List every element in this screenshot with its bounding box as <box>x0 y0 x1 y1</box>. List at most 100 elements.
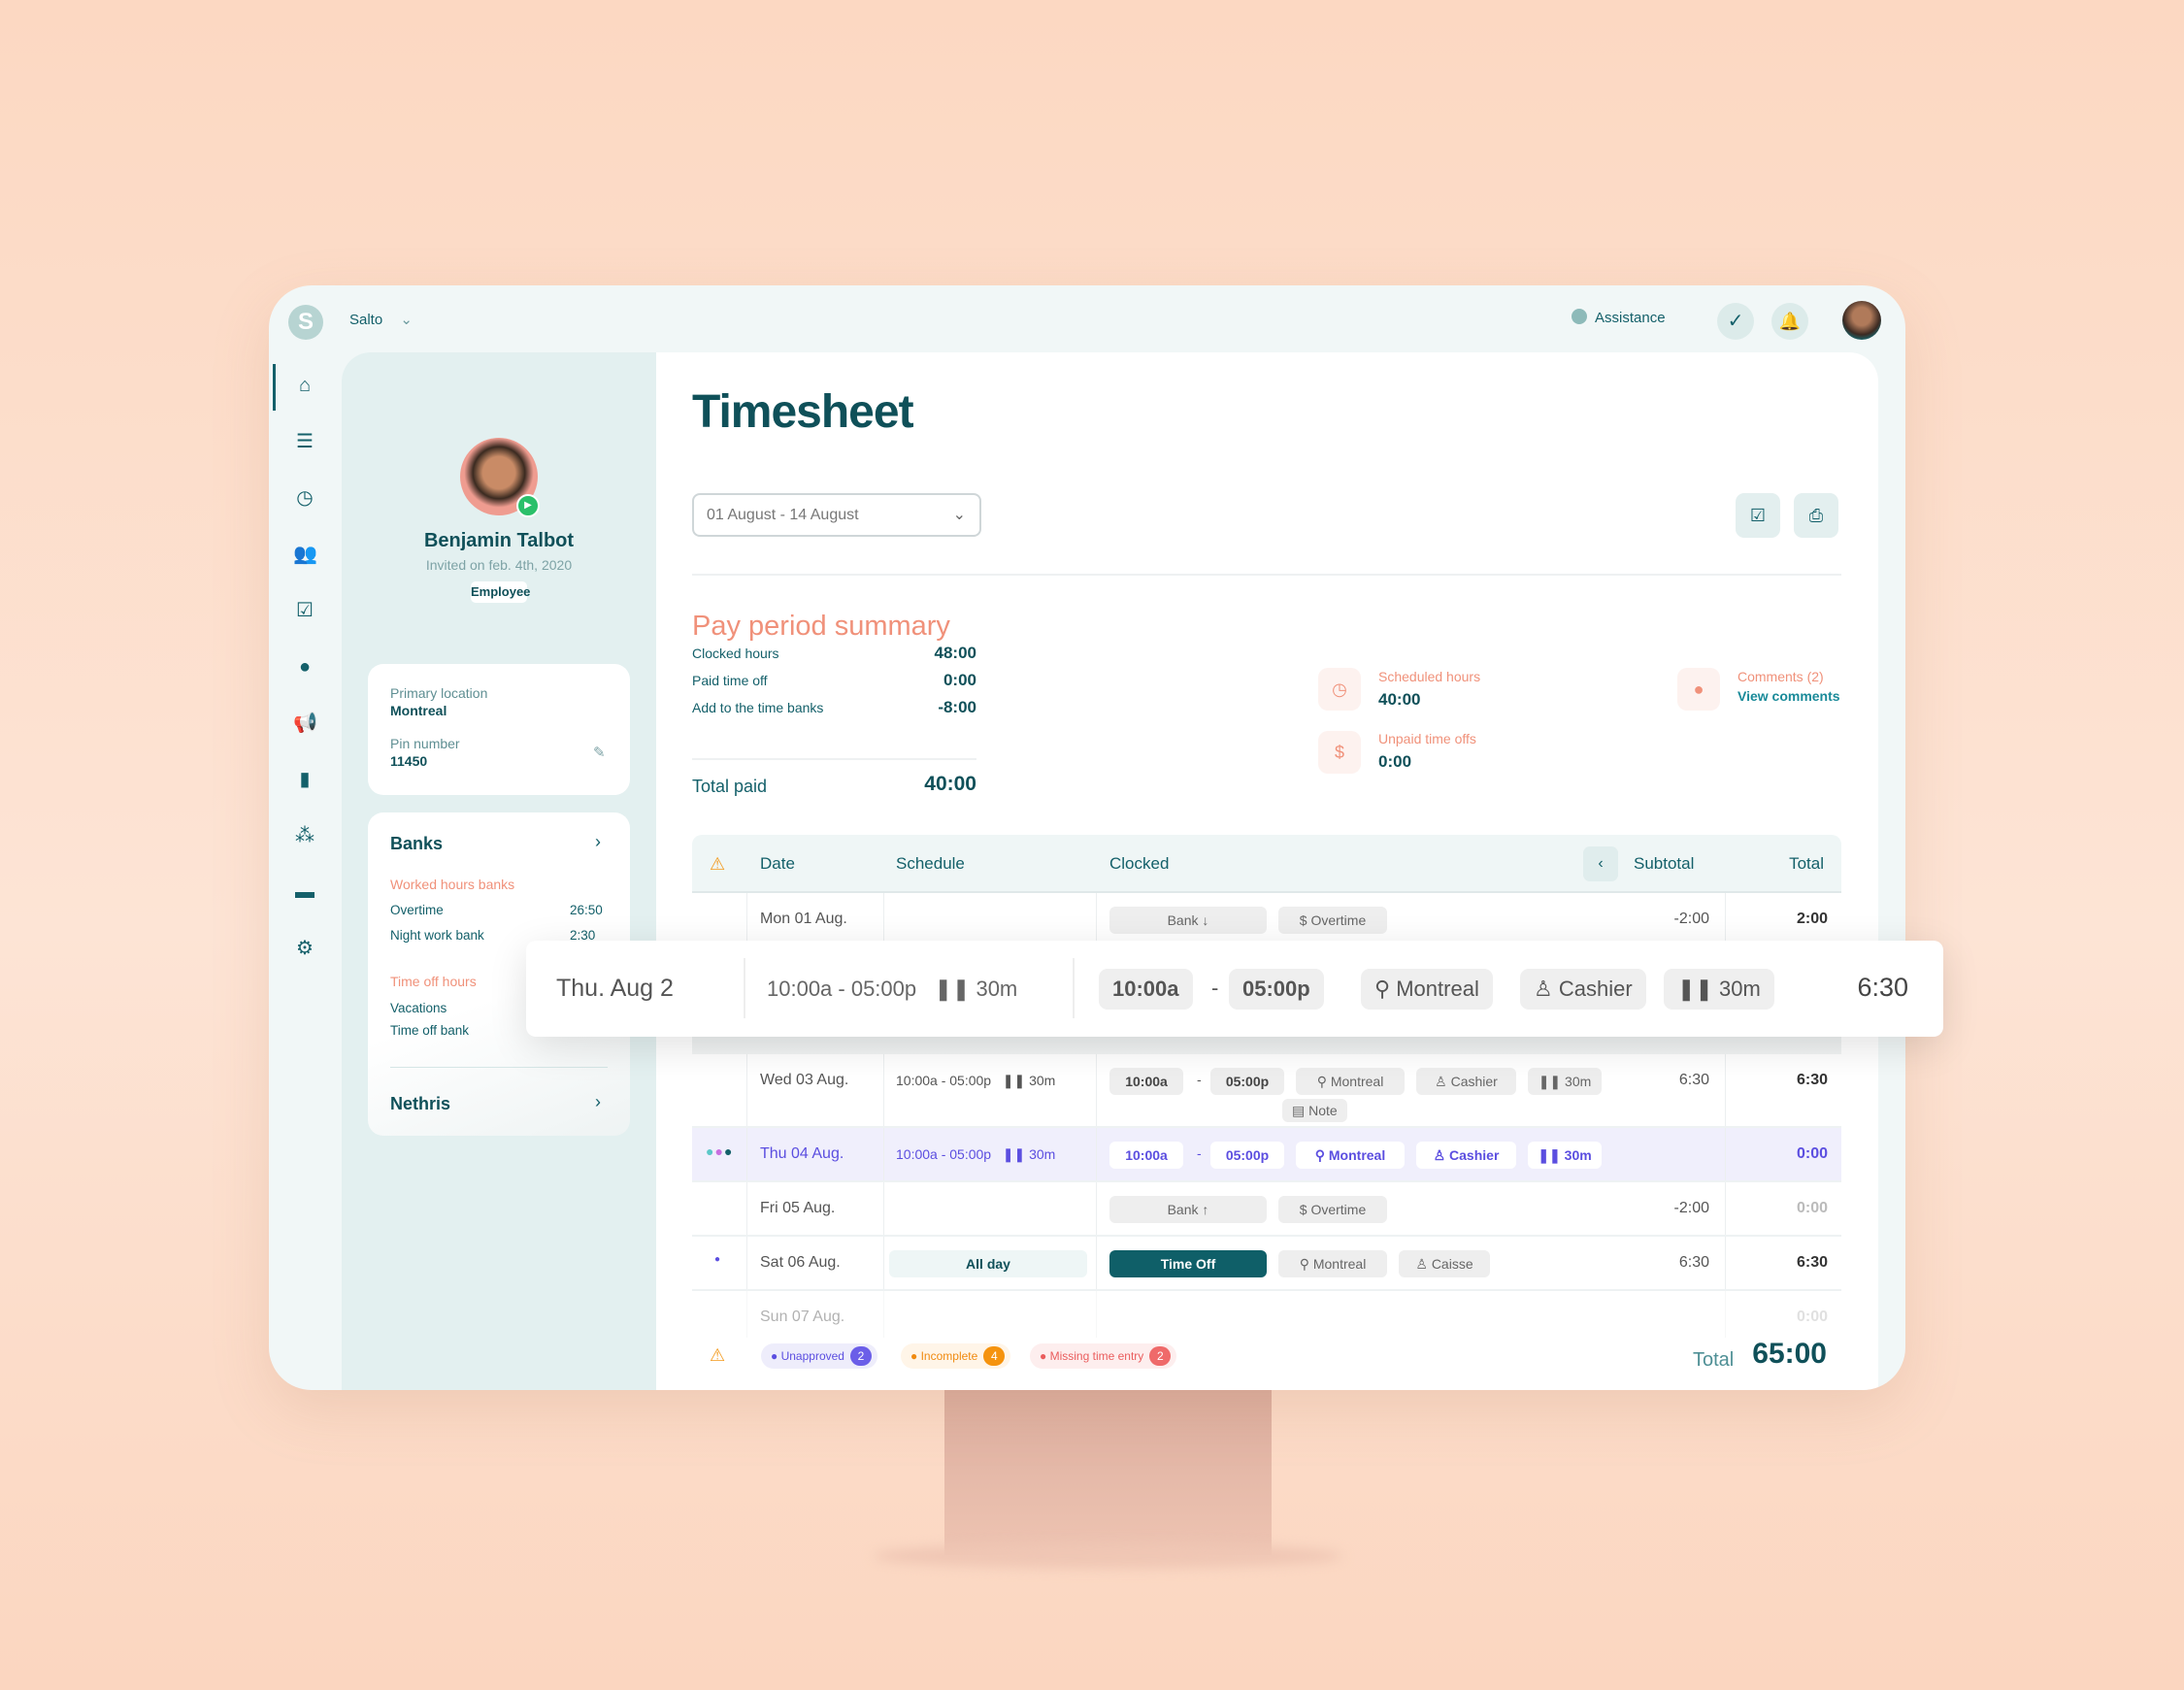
clocked-chip[interactable]: 10:00a <box>1109 1142 1183 1169</box>
banks-title[interactable]: Banks <box>390 834 443 854</box>
list-icon[interactable]: ☰ <box>293 430 316 453</box>
home-icon[interactable]: ⌂ <box>293 374 316 397</box>
view-comments-link[interactable]: View comments <box>1737 688 1840 704</box>
table-footer: ⚠ ● Unapproved 2 ● Incomplete 4 ● Missing … <box>692 1338 1841 1379</box>
table-row[interactable]: Fri 05 Aug. Bank ↑ $ Overtime -2:00 0:00 <box>692 1182 1841 1237</box>
location-chip[interactable]: ⚲ Montreal <box>1361 969 1493 1010</box>
active-indicator <box>273 364 276 411</box>
table-row[interactable]: Sun 07 Aug. 0:00 <box>692 1291 1841 1338</box>
expanded-row-card[interactable]: Thu. Aug 2 10:00a - 05:00p ❚❚ 30m 10:00a… <box>526 941 1943 1037</box>
table-row[interactable]: Wed 03 Aug. 10:00a - 05:00p ❚❚ 30m 10:00a -… <box>692 1054 1841 1128</box>
divider <box>1073 958 1075 1018</box>
note-chip[interactable]: ▤ Note <box>1282 1099 1347 1122</box>
chevron-right-icon[interactable]: › <box>595 1092 601 1112</box>
assistance-label: Assistance <box>1595 310 1666 326</box>
megaphone-icon[interactable]: 📢 <box>293 712 317 735</box>
clocked-chip[interactable]: ❚❚ 30m <box>1528 1068 1602 1095</box>
chevron-down-icon: ⌄ <box>952 507 966 523</box>
clocked-chip[interactable]: 10:00a <box>1109 1068 1183 1095</box>
badge-icon: ♙ <box>1534 977 1559 1001</box>
bank-label: Night work bank <box>390 928 484 943</box>
location-value: Montreal <box>390 703 447 718</box>
clock-out-chip[interactable]: 05:00p <box>1229 969 1324 1010</box>
clocked-chip[interactable]: Bank ↑ <box>1109 1196 1267 1223</box>
settings-icon[interactable]: ⚙ <box>293 937 316 960</box>
user-avatar[interactable] <box>1842 301 1881 340</box>
period-value: 01 August - 14 August <box>707 507 859 523</box>
edit-pencil-icon[interactable]: ✎ <box>593 744 606 761</box>
row-date: Thu. Aug 2 <box>556 975 674 1002</box>
column-divider <box>746 1237 747 1289</box>
chat-icon[interactable]: ● <box>293 655 316 679</box>
workspace-switcher[interactable]: Salto ⌄ <box>349 311 413 328</box>
bell-icon[interactable]: 🔔 <box>1771 303 1808 340</box>
clocked-chip[interactable]: 05:00p <box>1210 1068 1284 1095</box>
chevron-right-icon[interactable]: › <box>595 832 601 852</box>
assistance-button[interactable]: Assistance <box>1572 309 1666 326</box>
summary-title: Pay period summary <box>692 611 950 642</box>
clocked-chip[interactable]: ❚❚ 30m <box>1528 1142 1602 1169</box>
clocked-chip[interactable]: ⚲ Montreal <box>1296 1068 1405 1095</box>
row-total: 0:00 <box>1796 1200 1828 1216</box>
clocked-chip[interactable]: 05:00p <box>1210 1142 1284 1169</box>
clocked-chip[interactable]: ⚲ Montreal <box>1296 1142 1405 1169</box>
card-icon[interactable]: ▬ <box>293 880 316 904</box>
profile-invited: Invited on feb. 4th, 2020 <box>425 557 573 573</box>
table-header: ⚠ Date Schedule Clocked ‹ Subtotal Total <box>692 835 1841 893</box>
clocked-chip[interactable]: Bank ↓ <box>1109 907 1267 934</box>
users-icon[interactable]: 👥 <box>293 543 317 566</box>
column-divider <box>883 1054 884 1126</box>
column-divider <box>883 1291 884 1338</box>
row-schedule: 10:00a - 05:00p ❚❚ 30m <box>896 1146 1056 1162</box>
header-date[interactable]: Date <box>760 835 795 893</box>
table-row[interactable]: ● Sat 06 Aug. All day Time Off ⚲ Montreal ♙ C… <box>692 1237 1841 1291</box>
top-bar: S Salto ⌄ Assistance ✓ 🔔 <box>269 285 1905 352</box>
tasks-icon[interactable]: ☑ <box>293 599 316 622</box>
info-card: Primary location Montreal Pin number 114… <box>368 664 630 795</box>
header-clocked[interactable]: Clocked <box>1109 835 1169 893</box>
page-title: Timesheet <box>692 386 914 438</box>
row-date: Sat 06 Aug. <box>760 1254 841 1271</box>
clock-in-chip[interactable]: 10:00a <box>1099 969 1193 1010</box>
pin-label: Pin number <box>390 736 460 751</box>
clocked-chip[interactable]: ♙ Caisse <box>1399 1250 1490 1277</box>
monitor-stand <box>944 1390 1272 1555</box>
nethris-link[interactable]: Nethris <box>390 1094 450 1114</box>
column-divider <box>1096 1237 1097 1289</box>
incomplete-filter[interactable]: ● Incomplete 4 <box>901 1343 1011 1369</box>
app-window: S Salto ⌄ Assistance ✓ 🔔 ⌂ ☰ ◷ 👥 ☑ ● 📢 ▮ ⁂ ▬ ⚙ ▶ B… <box>269 285 1905 1390</box>
column-divider <box>746 893 747 945</box>
check-icon[interactable]: ✓ <box>1717 303 1754 340</box>
break-chip[interactable]: ❚❚ 30m <box>1664 969 1774 1010</box>
warning-icon: ⚠ <box>710 1345 726 1365</box>
clocked-chip[interactable]: $ Overtime <box>1278 1196 1387 1223</box>
column-divider <box>1096 1291 1097 1338</box>
period-select[interactable]: 01 August - 14 August ⌄ <box>692 493 981 537</box>
header-schedule[interactable]: Schedule <box>896 835 965 893</box>
clock-icon[interactable]: ◷ <box>293 486 316 510</box>
workspace-logo[interactable]: S <box>288 305 323 340</box>
row-total: 6:30 <box>1796 1254 1828 1271</box>
approve-icon[interactable]: ☑ <box>1736 493 1780 538</box>
clocked-chip[interactable]: ⚲ Montreal <box>1278 1250 1387 1277</box>
row-total: 0:00 <box>1796 1309 1828 1325</box>
position-chip[interactable]: ♙ Cashier <box>1520 969 1646 1010</box>
chart-icon[interactable]: ▮ <box>293 768 316 791</box>
org-icon[interactable]: ⁂ <box>293 824 316 847</box>
unapproved-filter[interactable]: ● Unapproved 2 <box>761 1343 877 1369</box>
status-dots-icon: ●●● <box>706 1143 734 1159</box>
clocked-chip[interactable]: $ Overtime <box>1278 907 1387 934</box>
clocked-chip[interactable]: ♙ Cashier <box>1416 1142 1516 1169</box>
role-badge: Employee <box>471 581 530 603</box>
print-icon[interactable]: ⎙ <box>1794 493 1838 538</box>
divider <box>692 574 1841 576</box>
table-row[interactable]: ●●● Thu 04 Aug. 10:00a - 05:00p ❚❚ 30m 10:0… <box>692 1128 1841 1182</box>
table-row[interactable]: Mon 01 Aug. Bank ↓ $ Overtime -2:00 2:00 <box>692 893 1841 947</box>
chevron-left-icon[interactable]: ‹ <box>1583 846 1618 881</box>
clocked-chip[interactable]: ♙ Cashier <box>1416 1068 1516 1095</box>
row-total: 6:30 <box>1796 1072 1828 1088</box>
missing-entry-filter[interactable]: ● Missing time entry 2 <box>1030 1343 1177 1369</box>
chat-bubble-icon <box>1572 309 1587 324</box>
status-dot-icon: ● <box>714 1254 721 1265</box>
clocked-chip[interactable]: Time Off <box>1109 1250 1267 1277</box>
